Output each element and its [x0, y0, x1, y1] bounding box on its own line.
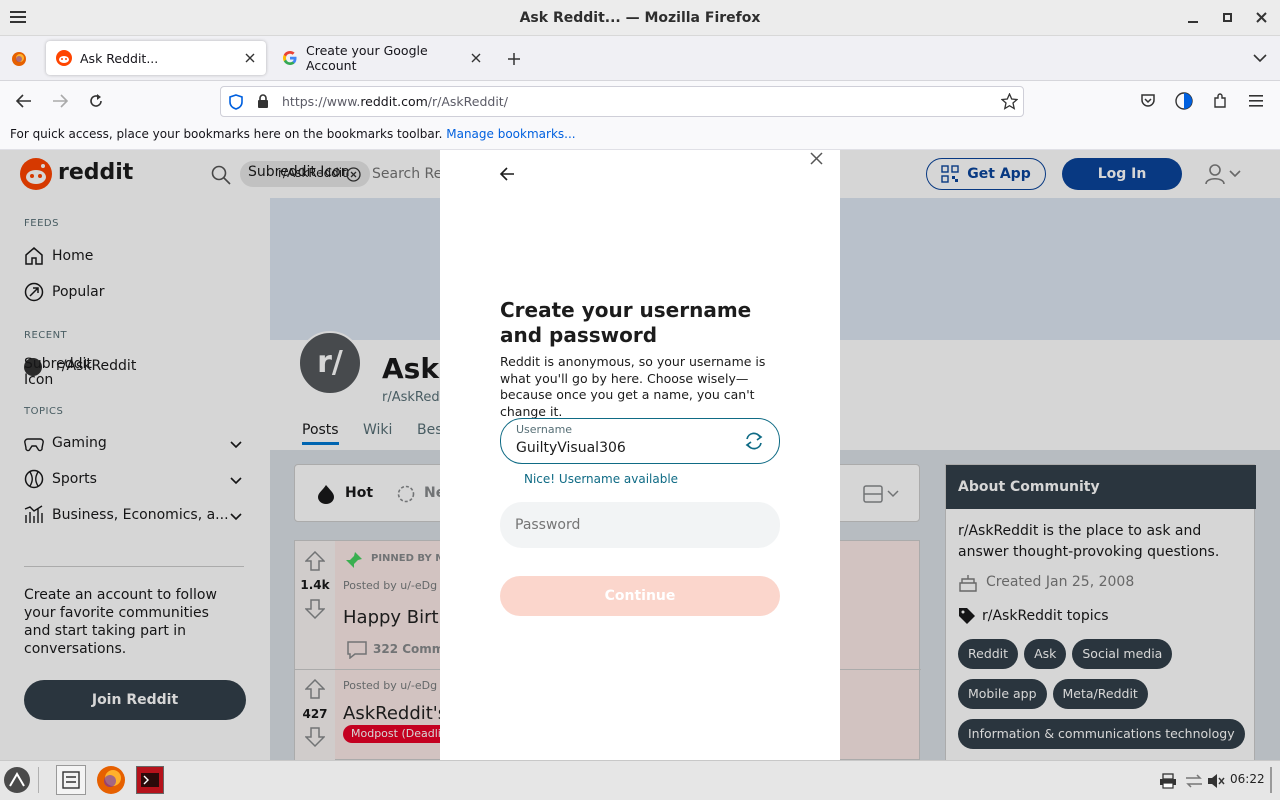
firefox-taskbar-icon[interactable]: [95, 764, 127, 796]
pocket-icon[interactable]: [1140, 93, 1156, 109]
bookmarks-hint: For quick access, place your bookmarks h…: [10, 127, 443, 141]
maximize-icon[interactable]: [1223, 13, 1233, 23]
account-icon[interactable]: [1175, 92, 1193, 110]
reload-icon[interactable]: [88, 93, 104, 109]
manage-bookmarks-link[interactable]: Manage bookmarks...: [446, 127, 575, 141]
modal-description: Reddit is anonymous, so your username is…: [500, 354, 766, 419]
tab-ask-reddit[interactable]: Ask Reddit...: [46, 41, 266, 75]
close-tab-icon[interactable]: [242, 50, 258, 66]
window-title: Ask Reddit... — Mozilla Firefox: [519, 10, 761, 26]
forward-icon[interactable]: [52, 94, 68, 108]
window-titlebar: Ask Reddit... — Mozilla Firefox: [0, 0, 1280, 36]
username-field[interactable]: Username GuiltyVisual306: [500, 418, 780, 464]
close-modal-icon[interactable]: [810, 152, 823, 165]
firefox-view-icon[interactable]: [11, 51, 27, 67]
lock-icon[interactable]: [257, 94, 269, 109]
close-window-icon[interactable]: [1256, 12, 1267, 23]
extensions-icon[interactable]: [1212, 93, 1228, 109]
username-value[interactable]: GuiltyVisual306: [516, 440, 626, 456]
clock[interactable]: 06:22: [1230, 772, 1265, 786]
back-arrow-icon[interactable]: [499, 166, 515, 182]
file-manager-icon[interactable]: [56, 765, 86, 795]
network-icon[interactable]: [1185, 773, 1203, 789]
show-desktop-strip[interactable]: [1270, 767, 1272, 793]
tab-google-account[interactable]: Create your Google Account: [272, 41, 492, 75]
url-text[interactable]: https://www.reddit.com/r/AskReddit/: [282, 87, 508, 116]
password-field[interactable]: [500, 502, 780, 548]
username-label: Username: [516, 423, 573, 436]
app-launcher-icon[interactable]: [3, 766, 31, 794]
volume-muted-icon[interactable]: [1207, 773, 1225, 789]
google-favicon-icon: [282, 50, 298, 66]
url-bar[interactable]: https://www.reddit.com/r/AskReddit/: [220, 86, 1024, 117]
password-input[interactable]: [515, 514, 755, 536]
modal-title: Create your username and password: [500, 298, 752, 347]
regenerate-username-icon[interactable]: [744, 431, 764, 451]
taskbar-divider: [38, 767, 39, 793]
tracking-protection-shield-icon[interactable]: [229, 94, 243, 110]
tab-label: Ask Reddit...: [80, 50, 159, 66]
bookmark-star-icon[interactable]: [1001, 93, 1018, 110]
tab-label: Create your Google Account: [306, 43, 428, 73]
close-tab-icon[interactable]: [468, 50, 484, 66]
bookmarks-toolbar: For quick access, place your bookmarks h…: [0, 122, 1280, 150]
new-tab-icon[interactable]: [507, 52, 521, 66]
signup-modal: Create your username and password Reddit…: [440, 150, 840, 760]
printer-icon[interactable]: [1159, 773, 1177, 789]
reddit-favicon-icon: [56, 50, 72, 66]
tab-strip: Ask Reddit... Create your Google Account: [0, 36, 1280, 81]
terminal-icon[interactable]: [136, 766, 164, 794]
username-status: Nice! Username available: [524, 472, 679, 486]
app-menu-icon[interactable]: [1249, 95, 1263, 107]
system-taskbar: 06:22: [0, 760, 1280, 800]
minimize-icon[interactable]: [1188, 12, 1198, 24]
list-all-tabs-icon[interactable]: [1253, 54, 1267, 63]
back-icon[interactable]: [16, 94, 32, 108]
continue-button[interactable]: Continue: [500, 576, 780, 616]
